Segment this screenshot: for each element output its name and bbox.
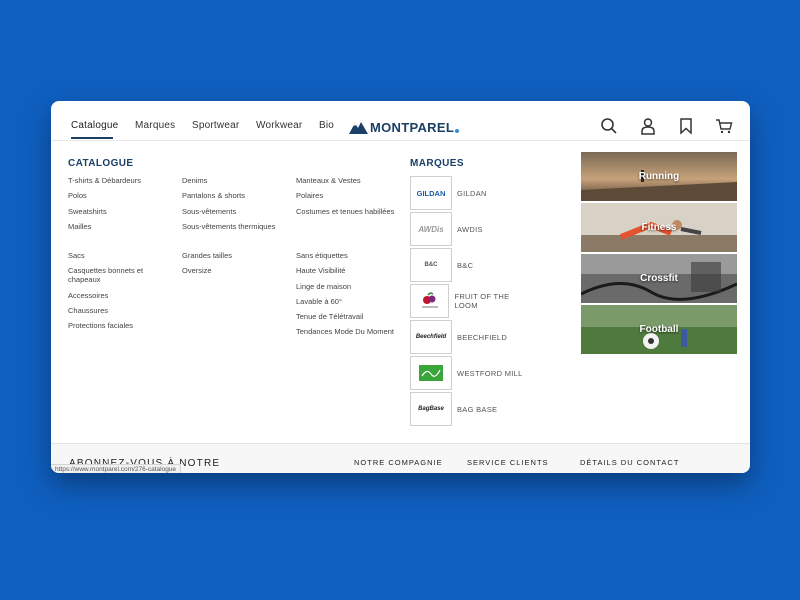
brand-logo: BagBase bbox=[410, 392, 452, 426]
catalogue-link[interactable]: Polaires bbox=[296, 191, 394, 200]
nav-active-underline bbox=[71, 137, 113, 139]
catalogue-col-3: Manteaux & Vestes Polaires Costumes et t… bbox=[296, 176, 406, 222]
footer-link-contact[interactable]: DÉTAILS DU CONTACT bbox=[580, 458, 679, 467]
catalogue-link[interactable]: Linge de maison bbox=[296, 282, 394, 291]
footer-link-company[interactable]: NOTRE COMPAGNIE bbox=[354, 458, 443, 467]
nav-catalogue[interactable]: Catalogue bbox=[71, 120, 118, 131]
brand-name: GILDAN bbox=[457, 188, 487, 198]
brand-logo bbox=[410, 356, 452, 390]
nav-marques[interactable]: Marques bbox=[135, 120, 175, 131]
sport-tile-fitness[interactable]: Fitness bbox=[581, 203, 737, 252]
brand-name: BEECHFIELD bbox=[457, 332, 508, 342]
montparel-logo[interactable]: MONTPAREL bbox=[349, 119, 460, 135]
catalogue-link[interactable]: Costumes et tenues habillées bbox=[296, 207, 406, 216]
catalogue-link[interactable]: Sous-vêtements bbox=[182, 207, 280, 216]
catalogue-col-1b: Sacs Casquettes bonnets et chapeaux Acce… bbox=[68, 251, 166, 336]
catalogue-col-2b: Grandes tailles Oversize bbox=[182, 251, 280, 282]
brand-name: FRUIT OF THE LOOM bbox=[454, 292, 510, 310]
brand-beechfield[interactable]: Beechfield BEECHFIELD bbox=[410, 320, 530, 354]
brand-name: B&C bbox=[457, 260, 474, 270]
status-bar-url: https://www.montparel.com/276-catalogue bbox=[51, 464, 182, 473]
catalogue-link[interactable]: Protections faciales bbox=[68, 321, 166, 330]
catalogue-link[interactable]: Oversize bbox=[182, 266, 280, 275]
nav-bio[interactable]: Bio bbox=[319, 120, 334, 131]
catalogue-col-1: T-shirts & Débardeurs Polos Sweatshirts … bbox=[68, 176, 166, 237]
cart-icon[interactable] bbox=[715, 117, 733, 135]
account-icon[interactable] bbox=[639, 117, 657, 135]
logo-text: MONTPAREL bbox=[370, 119, 455, 135]
catalogue-col-2: Denims Pantalons & shorts Sous-vêtements… bbox=[182, 176, 292, 237]
catalogue-link[interactable]: Polos bbox=[68, 191, 166, 200]
catalogue-title: CATALOGUE bbox=[68, 158, 134, 169]
sport-tile-running[interactable]: Running bbox=[581, 152, 737, 201]
brand-logo: Beechfield bbox=[410, 320, 452, 354]
sport-tile-football[interactable]: Football bbox=[581, 305, 737, 354]
fruit-logo-icon bbox=[421, 292, 438, 308]
brand-bc[interactable]: B&C B&C bbox=[410, 248, 530, 282]
catalogue-link[interactable]: Haute Visibilité bbox=[296, 266, 394, 275]
catalogue-link[interactable]: Denims bbox=[182, 176, 280, 185]
nav-sportwear[interactable]: Sportwear bbox=[192, 120, 239, 131]
catalogue-link[interactable]: Manteaux & Vestes bbox=[296, 176, 394, 185]
brand-fruit-of-the-loom[interactable]: FRUIT OF THE LOOM bbox=[410, 284, 530, 318]
sport-tile-crossfit[interactable]: Crossfit bbox=[581, 254, 737, 303]
catalogue-link[interactable]: Casquettes bonnets et chapeaux bbox=[68, 266, 148, 284]
catalogue-link[interactable]: Tendances Mode Du Moment bbox=[296, 327, 406, 336]
brand-westford-mill[interactable]: WESTFORD MILL bbox=[410, 356, 530, 390]
catalogue-link[interactable]: Sous-vêtements thermiques bbox=[182, 222, 292, 231]
catalogue-link[interactable]: Mailles bbox=[68, 222, 166, 231]
brand-name: AWDIS bbox=[457, 224, 483, 234]
logo-mountain-icon bbox=[349, 122, 368, 134]
catalogue-link[interactable]: Lavable à 60° bbox=[296, 297, 394, 306]
catalogue-link[interactable]: Tenue de Télétravail bbox=[296, 312, 394, 321]
brand-name: WESTFORD MILL bbox=[457, 368, 523, 378]
catalogue-link[interactable]: Accessoires bbox=[68, 291, 166, 300]
brands-title: MARQUES bbox=[410, 158, 464, 169]
catalogue-link[interactable]: Sacs bbox=[68, 251, 166, 260]
browser-window: Catalogue Marques Sportwear Workwear Bio… bbox=[51, 101, 750, 473]
sport-tile-label: Football bbox=[639, 324, 679, 335]
catalogue-col-3b: Sans étiquettes Haute Visibilité Linge d… bbox=[296, 251, 406, 343]
nav-workwear[interactable]: Workwear bbox=[256, 120, 302, 131]
sport-tile-label: Running bbox=[638, 171, 680, 182]
footer-link-customer-service[interactable]: SERVICE CLIENTS bbox=[467, 458, 549, 467]
brand-awdis[interactable]: AWDis AWDIS bbox=[410, 212, 530, 246]
catalogue-link[interactable]: Pantalons & shorts bbox=[182, 191, 280, 200]
brand-name: BAG BASE bbox=[457, 404, 498, 414]
brand-logo: B&C bbox=[410, 248, 452, 282]
search-icon[interactable] bbox=[600, 117, 618, 135]
catalogue-link[interactable]: Sans étiquettes bbox=[296, 251, 394, 260]
catalogue-link[interactable]: Sweatshirts bbox=[68, 207, 166, 216]
westford-logo-icon bbox=[419, 365, 443, 381]
sport-tile-label: Crossfit bbox=[640, 273, 678, 284]
brand-bag-base[interactable]: BagBase BAG BASE bbox=[410, 392, 530, 426]
catalogue-link[interactable]: T-shirts & Débardeurs bbox=[68, 176, 166, 185]
brand-gildan[interactable]: GILDAN GILDAN bbox=[410, 176, 530, 210]
bookmark-icon[interactable] bbox=[677, 117, 695, 135]
catalogue-link[interactable]: Grandes tailles bbox=[182, 251, 280, 260]
catalogue-link[interactable]: Chaussures bbox=[68, 306, 166, 315]
site-header: Catalogue Marques Sportwear Workwear Bio… bbox=[51, 101, 750, 141]
brand-logo: AWDis bbox=[410, 212, 452, 246]
brand-logo bbox=[410, 284, 450, 318]
brand-logo: GILDAN bbox=[410, 176, 452, 210]
logo-dot bbox=[455, 128, 460, 133]
sport-tile-label: Fitness bbox=[641, 222, 677, 233]
